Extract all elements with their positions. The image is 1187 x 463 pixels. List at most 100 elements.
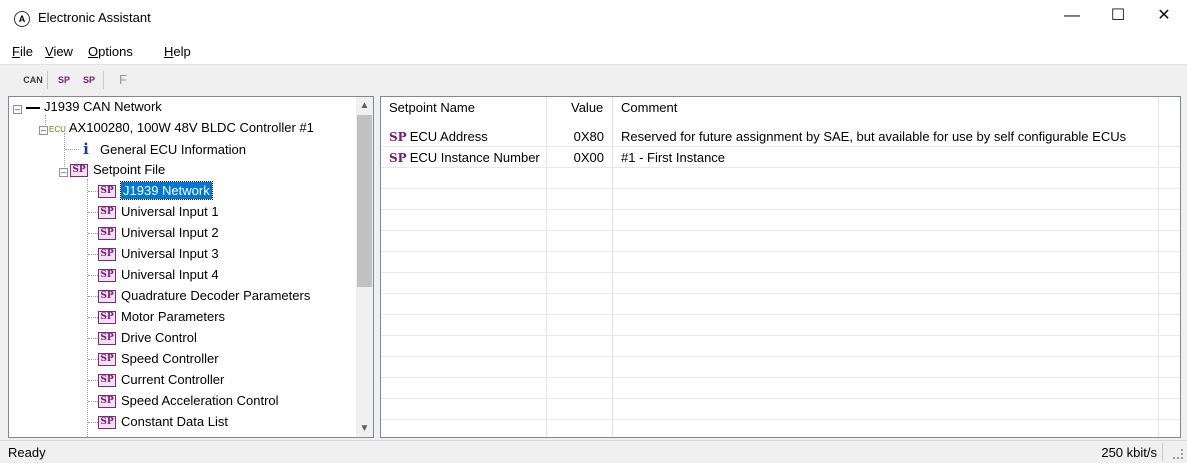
tree-label: Universal Input 1 — [121, 204, 219, 219]
tree-connector — [88, 380, 98, 381]
tree-node-ecu[interactable]: – ECU AX100280, 100W 48V BLDC Controller #… — [39, 118, 314, 138]
setpoint-value-cell[interactable]: 0X80 — [571, 126, 604, 147]
tree-node-setpoint-group[interactable]: SP Speed Acceleration Control — [98, 391, 279, 411]
tree-label: Speed Controller — [121, 351, 219, 366]
setpoint-comment-cell: Reserved for future assignment by SAE, b… — [621, 129, 1127, 144]
tree-node-setpoint-group[interactable]: SP Universal Input 2 — [98, 223, 219, 243]
scrollbar-thumb[interactable] — [357, 115, 372, 287]
info-icon: i — [83, 140, 89, 158]
scroll-up-arrow-icon[interactable]: ▲ — [356, 97, 373, 114]
tree-label: Speed Acceleration Control — [121, 393, 279, 408]
tree-connector — [88, 191, 98, 192]
setpoint-icon: SP — [98, 269, 116, 283]
menu-help[interactable]: Help — [164, 44, 191, 59]
menu-options[interactable]: Options — [88, 44, 133, 59]
tree-node-setpoint-group[interactable]: SP Current Controller — [98, 370, 224, 390]
title-bar: A Electronic Assistant — ☐ ✕ — [0, 0, 1187, 38]
ecu-tree-view[interactable]: – J1939 CAN Network – ECU AX100280, 100W 48… — [8, 96, 374, 438]
network-bus-icon — [26, 106, 40, 109]
tree-label: Universal Input 4 — [121, 267, 219, 282]
close-button[interactable]: ✕ — [1141, 0, 1187, 32]
column-header-setpoint-name[interactable]: Setpoint Name — [389, 97, 475, 119]
tree-connector — [88, 359, 98, 360]
row-divider — [381, 335, 1180, 336]
tree-label: General ECU Information — [100, 142, 246, 157]
tree-label: Universal Input 2 — [121, 225, 219, 240]
row-divider — [381, 251, 1180, 252]
setpoint-icon: SP — [389, 151, 407, 165]
tree-label: Drive Control — [121, 330, 197, 345]
column-divider — [612, 97, 613, 437]
toolbar: CAN SP SP F — [0, 64, 1187, 95]
setpoint-name-cell[interactable]: SP ECU Instance Number — [389, 147, 540, 168]
setpoint-icon: SP — [98, 206, 116, 220]
menu-bar: File View Options Help — [0, 38, 1187, 64]
tree-connector — [88, 233, 98, 234]
column-header-comment[interactable]: Comment — [621, 97, 677, 119]
tree-node-setpoint-file[interactable]: – SP Setpoint File — [59, 160, 165, 180]
toolbar-separator — [103, 71, 104, 89]
collapse-icon[interactable]: – — [39, 126, 48, 135]
tree-node-j1939-network-root[interactable]: – J1939 CAN Network — [13, 97, 162, 117]
tree-node-setpoint-group[interactable]: SP Motor Parameters — [98, 307, 225, 327]
maximize-button[interactable]: ☐ — [1095, 0, 1141, 32]
tree-label: Quadrature Decoder Parameters — [121, 288, 311, 303]
tree-node-setpoint-group[interactable]: SP Speed Controller — [98, 349, 219, 369]
row-divider — [381, 398, 1180, 399]
tree-node-setpoint-group[interactable]: SP J1939 Network — [98, 181, 213, 201]
menu-file[interactable]: File — [12, 44, 33, 59]
setpoint-value-cell[interactable]: 0X00 — [571, 147, 604, 168]
row-divider — [381, 272, 1180, 273]
setpoint-grid[interactable]: Setpoint Name Value Comment SP ECU Addres… — [380, 96, 1181, 438]
tree-label: Setpoint File — [93, 162, 166, 177]
toolbar-separator — [47, 71, 48, 89]
baud-rate-indicator: 250 kbit/s — [1101, 445, 1157, 460]
collapse-icon[interactable]: – — [13, 105, 22, 114]
column-header-value[interactable]: Value — [571, 97, 603, 119]
tree-vertical-scrollbar[interactable]: ▲ ▼ — [356, 97, 373, 437]
flash-icon[interactable]: F — [112, 69, 134, 91]
tree-connector — [88, 317, 98, 318]
setpoint-icon: SP — [98, 416, 116, 430]
menu-view[interactable]: View — [45, 44, 73, 59]
scroll-down-arrow-icon[interactable]: ▼ — [356, 420, 373, 437]
setpoint-name-cell[interactable]: SP ECU Address — [389, 126, 488, 147]
tree-node-general-ecu-information[interactable]: i General ECU Information — [79, 139, 246, 159]
tree-connector — [88, 296, 98, 297]
resize-grip-icon[interactable] — [1173, 449, 1183, 459]
row-divider — [381, 356, 1180, 357]
tree-node-setpoint-group[interactable]: SP Drive Control — [98, 328, 197, 348]
tree-node-setpoint-group[interactable]: SP Constant Data List — [98, 412, 228, 432]
tree-connector — [88, 212, 98, 213]
tree-label: Constant Data List — [121, 414, 228, 429]
tree-label: AX100280, 100W 48V BLDC Controller #1 — [68, 120, 314, 135]
tree-label: Motor Parameters — [121, 309, 226, 324]
setpoint-icon: SP — [389, 130, 407, 144]
status-text: Ready — [8, 445, 46, 460]
tree-node-setpoint-group[interactable]: SP Universal Input 4 — [98, 265, 219, 285]
tree-connector — [87, 179, 88, 437]
tree-node-setpoint-group[interactable]: SP Universal Input 1 — [98, 202, 219, 222]
collapse-icon[interactable]: – — [59, 168, 68, 177]
window-title: Electronic Assistant — [38, 10, 151, 25]
tree-connector — [88, 275, 98, 276]
setpoint-icon: SP — [98, 353, 116, 367]
save-setpoint-icon[interactable]: SP — [78, 69, 100, 91]
minimize-button[interactable]: — — [1049, 0, 1095, 32]
setpoint-icon: SP — [98, 248, 116, 262]
tree-node-setpoint-group[interactable]: SP Quadrature Decoder Parameters — [98, 286, 310, 306]
tree-node-setpoint-group[interactable]: SP Universal Input 3 — [98, 244, 219, 264]
open-setpoint-icon[interactable]: SP — [53, 69, 75, 91]
column-divider — [1158, 97, 1159, 437]
status-separator — [1162, 443, 1163, 461]
setpoint-icon: SP — [98, 395, 116, 409]
row-divider — [381, 419, 1180, 420]
ecu-icon: ECU — [49, 125, 66, 134]
tree-connector — [65, 149, 79, 150]
row-divider — [381, 293, 1180, 294]
row-divider — [381, 377, 1180, 378]
tree-label: J1939 Network — [120, 181, 213, 200]
can-connect-icon[interactable]: CAN — [22, 69, 44, 91]
setpoint-icon: SP — [98, 290, 116, 304]
row-divider — [381, 230, 1180, 231]
